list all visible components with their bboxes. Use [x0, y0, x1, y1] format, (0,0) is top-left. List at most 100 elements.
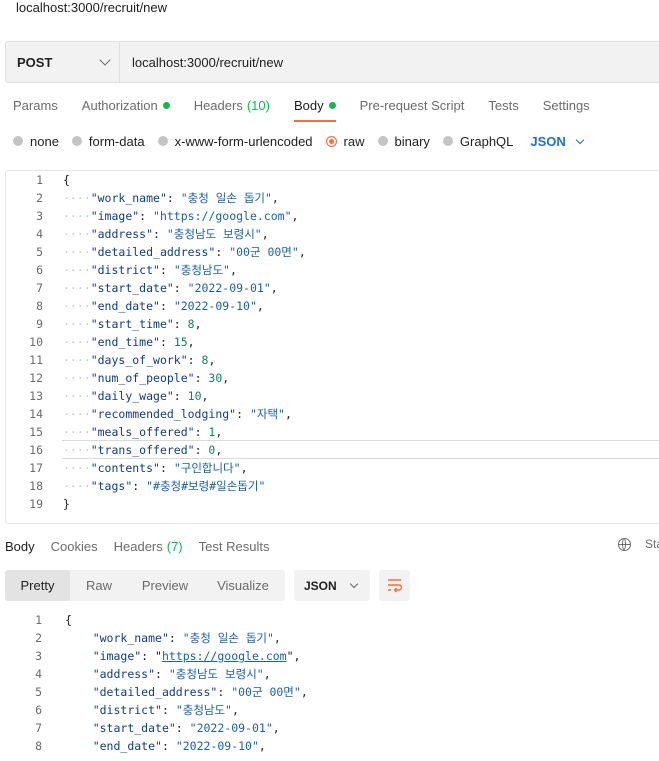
- line-content: ····"image": "https://google.com",: [63, 209, 299, 223]
- line-content: ····"recommended_lodging": "자택",: [63, 407, 292, 421]
- response-tab-cookies[interactable]: Cookies: [51, 536, 98, 556]
- body-type-label: raw: [343, 133, 365, 149]
- line-content: ····"days_of_work": 8,: [63, 353, 216, 367]
- json-key: "detailed_address": [92, 685, 218, 699]
- body-type-label: none: [30, 133, 59, 149]
- tab-settings[interactable]: Settings: [543, 95, 590, 115]
- line-content: ····"district": "충청남도",: [63, 263, 237, 277]
- code-line: 10 ····"end_time": 15,: [6, 333, 656, 351]
- code-line: 3 "image": "https://google.com",: [5, 647, 655, 665]
- response-tab-headers[interactable]: Headers (7): [114, 536, 183, 556]
- line-number: 4: [36, 227, 43, 241]
- body-type-x-www-form-urlencoded[interactable]: x-www-form-urlencoded: [157, 133, 313, 149]
- line-content: "detailed_address": "00군 00면",: [92, 685, 308, 699]
- radio-icon[interactable]: [157, 136, 168, 146]
- radio-icon[interactable]: [13, 136, 23, 146]
- tab-params[interactable]: Params: [13, 95, 58, 115]
- tab-tests[interactable]: Tests: [488, 95, 518, 115]
- wrap-lines-button[interactable]: [379, 570, 410, 601]
- view-mode-pretty[interactable]: Pretty: [5, 570, 70, 601]
- response-body-viewer[interactable]: 1{2 "work_name": "충청 일손 돕기", 3 "image": "…: [5, 611, 659, 761]
- line-number: 13: [29, 389, 43, 403]
- line-content: {: [65, 613, 72, 627]
- request-bar: POST localhost:3000/recruit/new: [5, 41, 659, 83]
- tab-body[interactable]: Body: [293, 95, 336, 122]
- line-content: "address": "충청남도 보령시",: [92, 667, 271, 681]
- json-key: "work_name": [90, 191, 167, 205]
- radio-icon[interactable]: [325, 135, 337, 147]
- radio-icon[interactable]: [377, 136, 388, 146]
- json-value: 15: [173, 335, 188, 349]
- request-tabs: Params Authorization Headers (10) Body Pre-re…: [13, 95, 614, 122]
- body-type-graphql[interactable]: GraphQL: [442, 134, 513, 149]
- line-number: 5: [35, 685, 42, 699]
- line-number: 6: [35, 703, 42, 717]
- indent-guide: ····: [63, 443, 91, 457]
- chevron-down-icon: [349, 579, 358, 589]
- request-body-editor[interactable]: 1{2 ····"work_name": "충청 일손 돕기", 3 ····"ima…: [5, 170, 659, 524]
- view-mode-preview[interactable]: Preview: [128, 570, 202, 601]
- url-input[interactable]: localhost:3000/recruit/new: [120, 42, 283, 82]
- status-label: Sta: [645, 537, 659, 551]
- tab-label: Body: [5, 538, 35, 554]
- code-line: 9 ····"start_time": 8,: [6, 315, 656, 333]
- line-number: 12: [29, 371, 43, 385]
- code-line: 17 ····"contents": "구인합니다",: [6, 459, 656, 477]
- format-label: JSON: [304, 578, 337, 593]
- tab-label: Test Results: [198, 538, 270, 554]
- code-line: 7 "start_date": "2022-09-01",: [5, 719, 655, 737]
- json-key: "trans_offered": [90, 443, 195, 457]
- line-number: 8: [35, 739, 42, 753]
- response-tab-test-results[interactable]: Test Results: [199, 536, 270, 556]
- tab-pre-request-script[interactable]: Pre-request Script: [360, 95, 465, 115]
- globe-icon[interactable]: [618, 538, 631, 551]
- json-value: "00군 00면": [231, 685, 301, 699]
- view-mode-raw[interactable]: Raw: [70, 570, 128, 601]
- code-line: 1{: [6, 171, 656, 189]
- json-value: "2022-09-01": [189, 721, 273, 735]
- response-tab-body[interactable]: Body: [5, 536, 35, 556]
- indent-guide: ····: [63, 461, 91, 475]
- line-number: 9: [36, 317, 43, 331]
- indent-guide: ····: [63, 281, 91, 295]
- line-number: 4: [35, 667, 42, 681]
- json-key: "work_name": [92, 631, 169, 645]
- radio-icon[interactable]: [71, 136, 82, 146]
- indent-guide: ····: [63, 191, 91, 205]
- json-value: "2022-09-10": [175, 739, 259, 753]
- line-number: 1: [36, 173, 43, 187]
- json-key: "recommended_lodging": [90, 407, 237, 421]
- line-number: 3: [35, 649, 42, 663]
- code-line: 6 "district": "충청남도",: [5, 701, 655, 719]
- line-number: 15: [29, 425, 43, 439]
- tab-authorization[interactable]: Authorization: [82, 95, 170, 115]
- method-label: POST: [17, 54, 53, 70]
- body-type-form-data[interactable]: form-data: [71, 134, 145, 149]
- view-mode-visualize[interactable]: Visualize: [202, 570, 284, 601]
- chevron-down-icon: [575, 135, 585, 144]
- code-line: 6 ····"district": "충청남도",: [6, 261, 656, 279]
- indent-guide: ····: [63, 479, 91, 493]
- json-value: 8: [201, 353, 209, 367]
- tab-label: Headers: [193, 97, 243, 113]
- json-link[interactable]: https://google.com: [162, 649, 287, 663]
- response-format-select[interactable]: JSON: [294, 570, 370, 601]
- code-line: 1{: [5, 611, 655, 629]
- language-select[interactable]: JSON: [530, 134, 585, 149]
- code-line: 4 "address": "충청남도 보령시",: [5, 665, 655, 683]
- body-type-none[interactable]: none: [13, 134, 59, 149]
- radio-icon[interactable]: [442, 136, 453, 146]
- json-value: 1: [208, 425, 216, 439]
- line-content: ····"meals_offered": 1,: [63, 425, 223, 439]
- body-type-binary[interactable]: binary: [377, 134, 430, 149]
- json-value: "충청남도": [175, 703, 232, 717]
- tab-headers[interactable]: Headers (10): [194, 95, 270, 115]
- method-select[interactable]: POST: [6, 42, 120, 82]
- line-content: ····"work_name": "충청 일손 돕기",: [63, 191, 279, 205]
- line-content: ····"address": "충청남도 보령시",: [63, 227, 269, 241]
- code-line: 7 ····"start_date": "2022-09-01",: [6, 279, 656, 297]
- json-key: "end_time": [90, 335, 160, 349]
- body-type-label: x-www-form-urlencoded: [174, 133, 313, 149]
- body-type-raw[interactable]: raw: [325, 133, 365, 149]
- json-key: "end_date": [92, 739, 162, 753]
